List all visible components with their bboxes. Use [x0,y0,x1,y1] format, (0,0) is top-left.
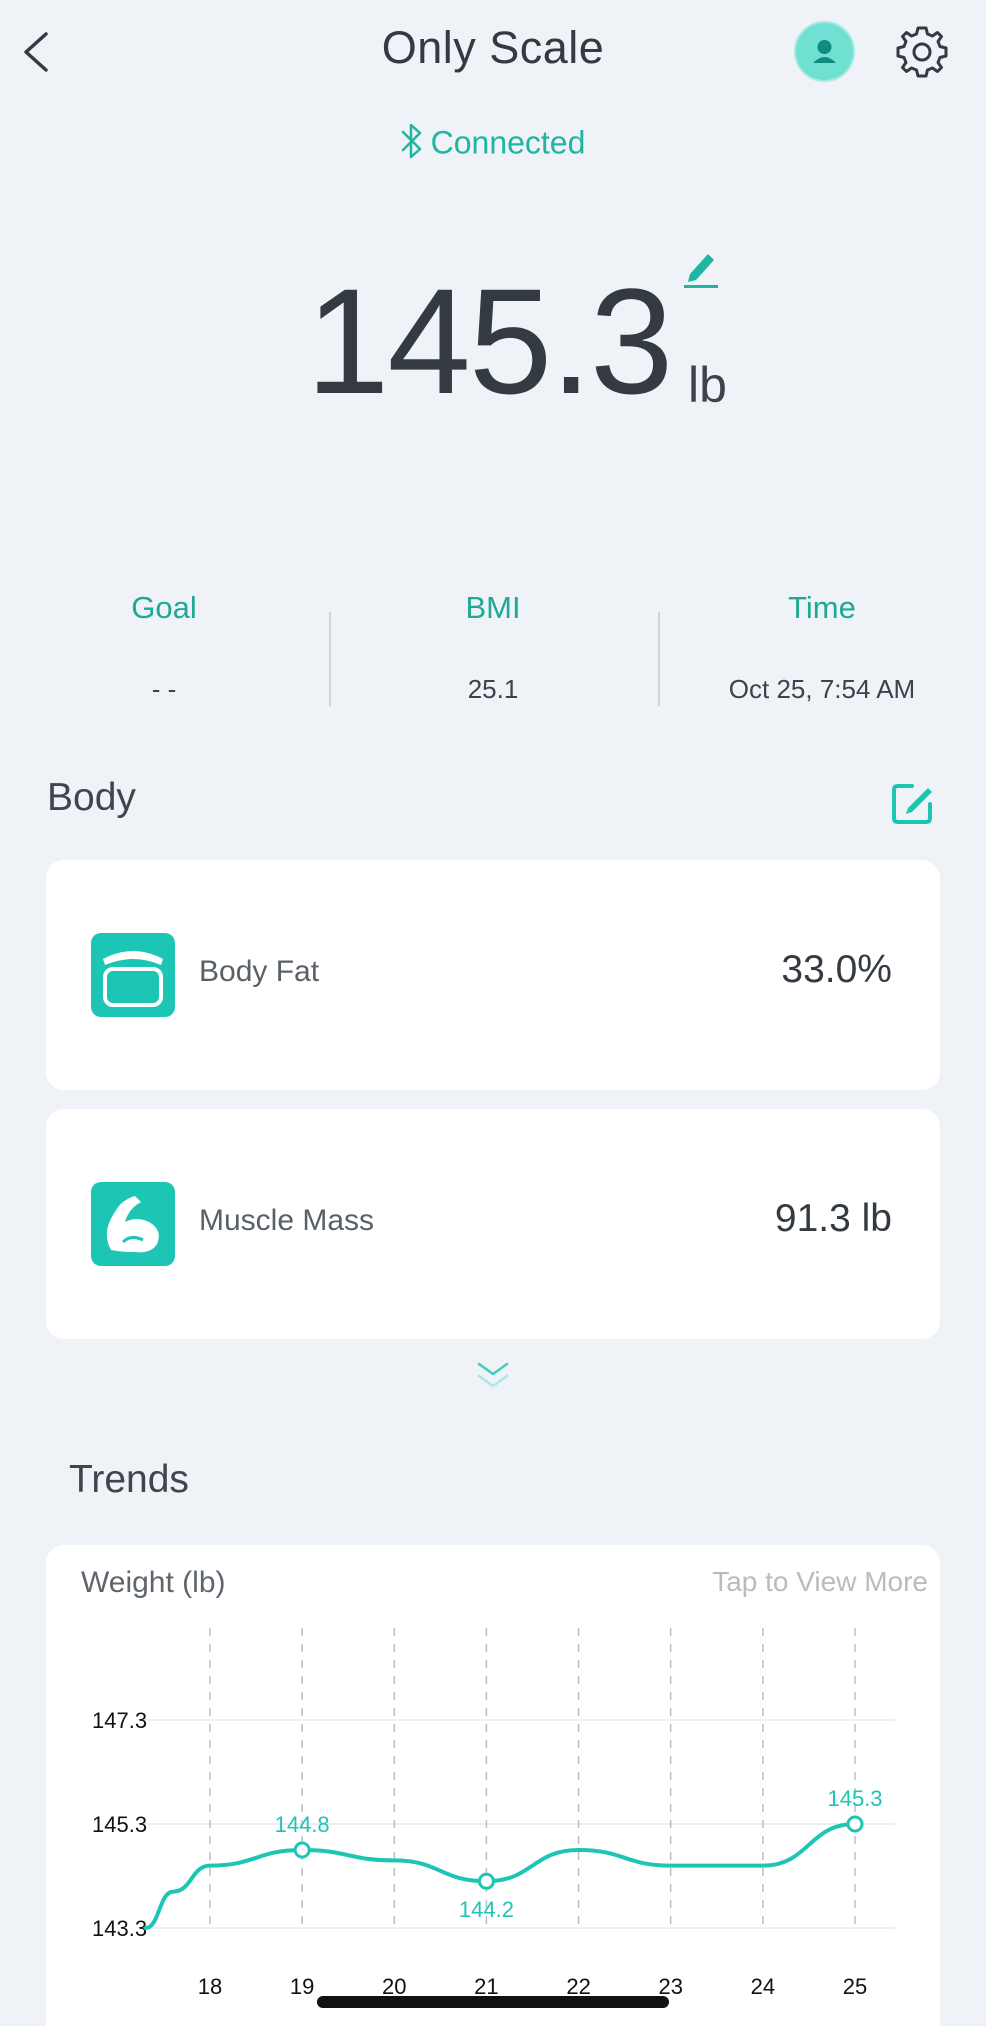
chart-grid [140,1628,895,1930]
stat-time: Time Oct 25, 7:54 AM [658,590,986,705]
data-point-label: 144.8 [275,1812,330,1837]
stat-bmi-label: BMI [465,590,521,625]
user-avatar-button[interactable] [794,21,855,82]
stat-goal: Goal - - [0,590,328,705]
weight-line-chart[interactable]: 147.3145.3143.3 18 19 20 21 22 23 24 25 144.814… [0,1600,986,2026]
view-more-link[interactable]: Tap to View More [712,1566,928,1598]
body-fat-label: Body Fat [199,955,320,988]
edit-square-icon [892,784,932,824]
settings-button[interactable] [894,24,950,80]
double-chevron-down-icon [477,1362,509,1388]
bluetooth-icon [401,122,423,168]
x-tick-label: 19 [290,1974,314,1999]
muscle-mass-value: 91.3 lb [774,1197,892,1240]
muscle-mass-label: Muscle Mass [199,1204,375,1237]
muscle-icon [91,1182,175,1266]
y-tick-label: 145.3 [92,1812,147,1837]
data-point-label: 144.2 [459,1897,514,1922]
data-point[interactable] [293,1841,311,1859]
edit-weight-button[interactable] [680,244,722,290]
weight-value: 145.3 [306,257,673,425]
stat-bmi-value: 25.1 [467,674,519,704]
y-tick-label: 147.3 [92,1708,147,1733]
body-fat-icon [91,933,175,1017]
pencil-icon [684,254,718,288]
x-tick-label: 18 [198,1974,222,1999]
x-tick-label: 25 [843,1974,867,1999]
trends-section-heading: Trends [69,1458,189,1501]
body-fat-card[interactable]: Body Fat 33.0% [46,860,940,1090]
stat-goal-label: Goal [131,590,197,625]
body-section-heading: Body [47,776,136,819]
stat-bmi: BMI 25.1 [329,590,657,705]
x-tick-label: 24 [751,1974,775,1999]
data-point[interactable] [846,1815,864,1833]
connection-status: Connected [0,122,986,168]
edit-body-button[interactable] [890,780,936,826]
y-axis: 147.3 145.3 143.3 [92,1708,147,1941]
data-point-label: 145.3 [827,1786,882,1811]
weight-unit: lb [688,357,727,413]
stat-time-value: Oct 25, 7:54 AM [728,674,916,704]
stat-time-label: Time [788,590,856,625]
body-fat-value: 33.0% [781,948,892,991]
expand-button[interactable] [473,1360,513,1392]
user-avatar-icon [813,40,836,63]
data-point[interactable] [477,1872,495,1890]
chart-title: Weight (lb) [81,1566,226,1599]
stat-goal-value: - - [151,674,177,704]
muscle-mass-card[interactable]: Muscle Mass 91.3 lb [46,1109,940,1339]
gear-icon [896,26,948,78]
connection-status-label: Connected [430,124,586,161]
y-tick-label: 143.3 [92,1916,147,1941]
home-indicator [317,1996,669,2008]
